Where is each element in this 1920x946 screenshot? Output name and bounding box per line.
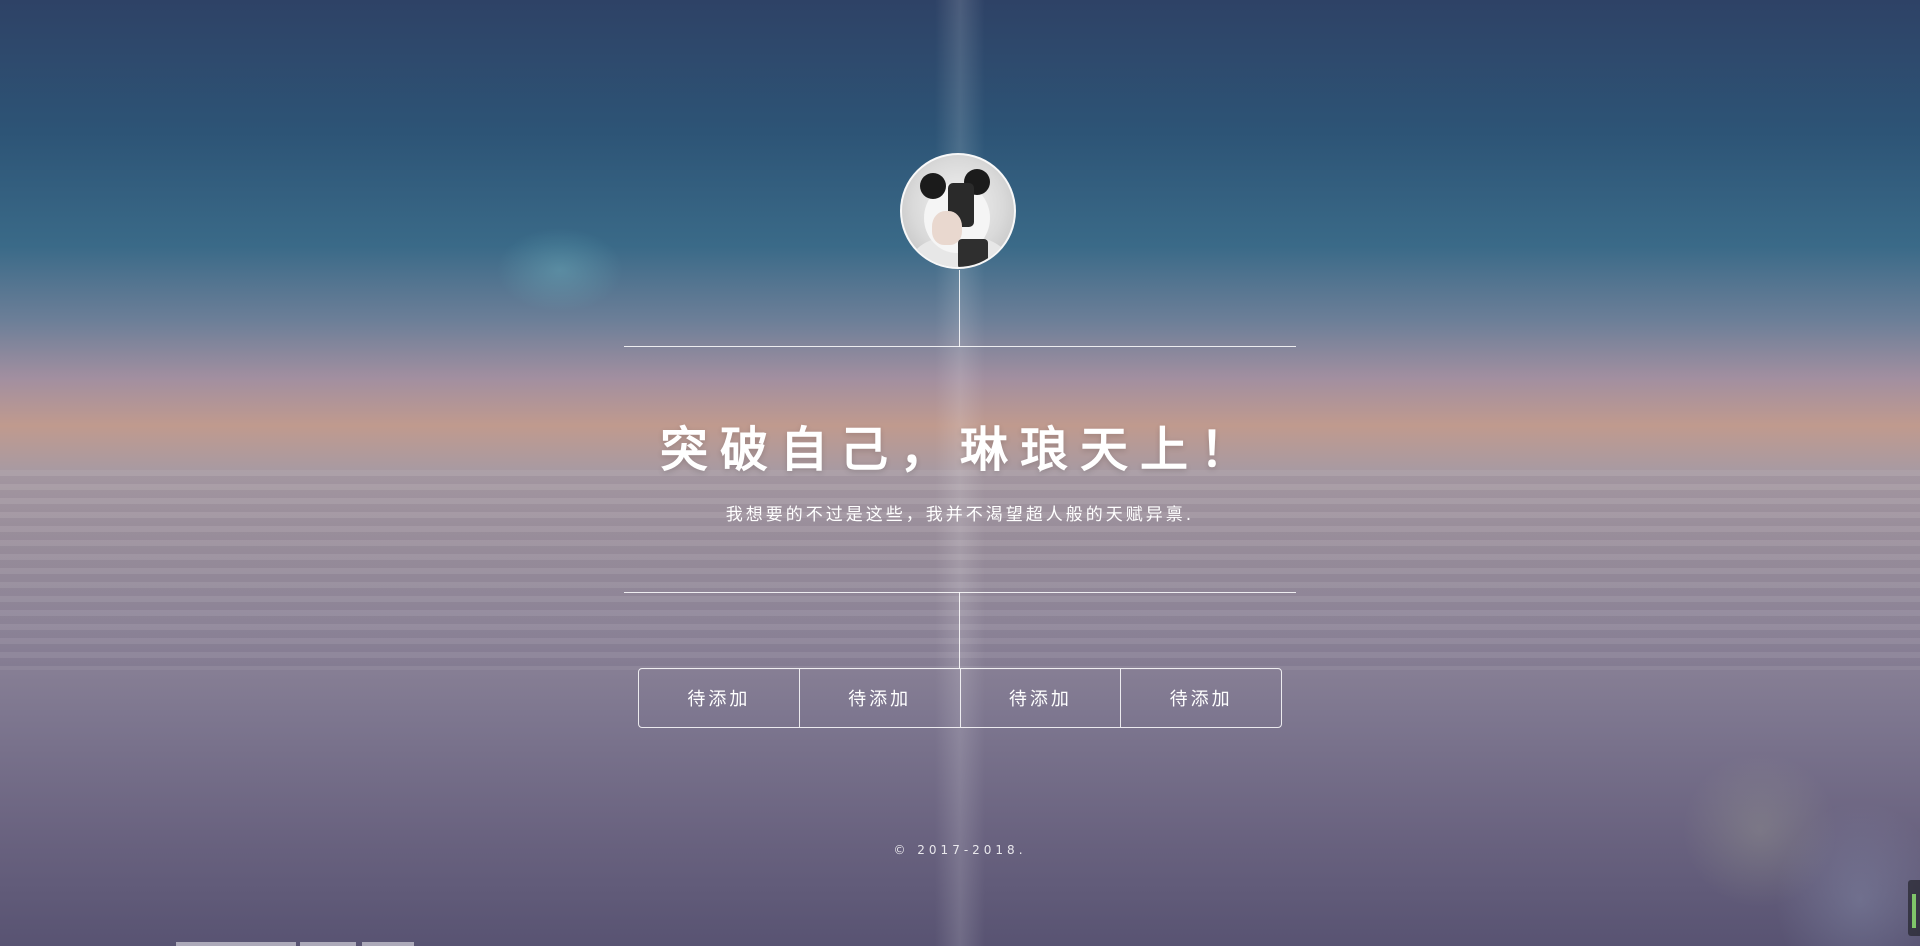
divider-bottom <box>624 592 1296 593</box>
bottom-bar-segment-2 <box>300 942 356 946</box>
avatar-shirt <box>958 239 988 267</box>
avatar-hand <box>932 211 962 245</box>
bottom-bar-segment-3 <box>362 942 414 946</box>
bottom-bar-segment-1 <box>176 942 296 946</box>
nav-button-group: 待添加 待添加 待添加 待添加 <box>638 668 1282 728</box>
connector-line-bottom <box>959 592 960 668</box>
divider-top <box>624 346 1296 347</box>
page-title: 突破自己，琳琅天上！ <box>659 422 1260 478</box>
avatar-ear-left <box>920 173 946 199</box>
connector-line-top <box>959 270 960 347</box>
nav-button-3[interactable]: 待添加 <box>961 669 1122 727</box>
page-subtitle: 我想要的不过是这些，我并不渴望超人般的天赋异禀. <box>725 505 1195 525</box>
nav-button-2[interactable]: 待添加 <box>800 669 961 727</box>
widget-level-bar <box>1912 894 1916 928</box>
nav-button-4[interactable]: 待添加 <box>1121 669 1281 727</box>
nav-button-1[interactable]: 待添加 <box>639 669 800 727</box>
avatar[interactable] <box>900 153 1016 269</box>
footer-copyright: © 2017-2018. <box>893 843 1027 857</box>
main-content: 突破自己，琳琅天上！ 我想要的不过是这些，我并不渴望超人般的天赋异禀. 待添加 … <box>0 0 1920 946</box>
side-widget[interactable] <box>1908 880 1920 936</box>
